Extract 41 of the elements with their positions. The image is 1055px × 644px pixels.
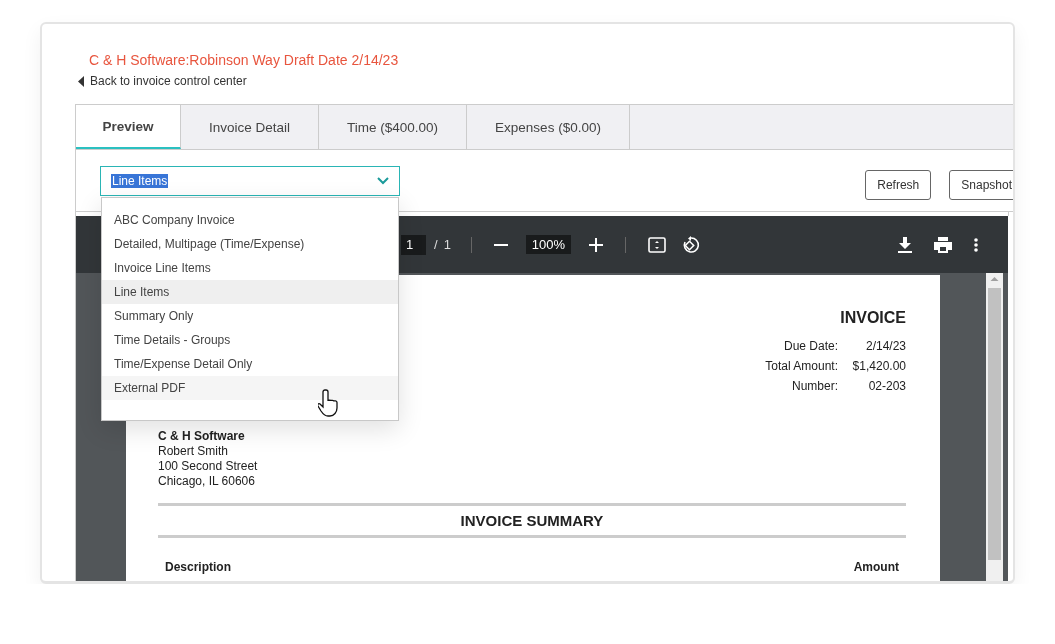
section-title: INVOICE SUMMARY: [459, 511, 605, 531]
field-label: Due Date:: [783, 339, 838, 353]
select-field[interactable]: Line Items: [100, 165, 400, 196]
address-line: Robert Smith: [158, 444, 230, 459]
download-icon[interactable]: [898, 236, 912, 253]
zoom-in-icon[interactable]: [589, 237, 604, 252]
field-value: 02-203: [868, 379, 906, 393]
zoom-field[interactable]: 100%: [525, 235, 572, 254]
print-icon[interactable]: [934, 236, 952, 253]
tab[interactable]: Preview: [76, 105, 181, 149]
dropdown-option[interactable]: Time/Expense Detail Only: [102, 351, 398, 376]
field-label: Total Amount:: [765, 359, 838, 373]
column-header: Amount: [853, 560, 899, 574]
dropdown-option[interactable]: Detailed, Multipage (Time/Expense): [102, 231, 398, 256]
page-number-field[interactable]: 1: [401, 234, 426, 255]
dropdown-option[interactable]: ABC Company Invoice: [102, 207, 398, 232]
document-title: INVOICE: [839, 309, 906, 327]
toolbar-button[interactable]: Refresh: [865, 169, 932, 200]
field-value: $1,420.00: [852, 359, 906, 373]
column-header: Description: [165, 560, 231, 574]
more-options-icon[interactable]: [974, 237, 978, 252]
scrollbar[interactable]: [986, 273, 1003, 581]
fit-page-icon[interactable]: [648, 236, 667, 253]
chevron-down-icon: [377, 176, 389, 185]
rotate-icon[interactable]: [682, 235, 701, 254]
page-separator: /: [434, 237, 438, 252]
field-value: 2/14/23: [865, 339, 906, 353]
dropdown-option[interactable]: Time Details - Groups: [102, 327, 398, 352]
page-title: C & H Software:Robinson Way Draft Date 2/14/23: [89, 52, 399, 68]
company-name: C & H Software: [158, 429, 246, 444]
page-count: 1: [443, 237, 451, 252]
dropdown-option[interactable]: Summary Only: [102, 303, 398, 328]
caret-left-icon: [78, 75, 84, 87]
address-line: Chicago, IL 60606: [158, 474, 256, 489]
dropdown-option[interactable]: Invoice Line Items: [102, 255, 398, 280]
address-line: 100 Second Street: [158, 459, 259, 474]
back-link[interactable]: Back to invoice control center: [78, 74, 1013, 88]
toolbar-button[interactable]: Snapshot: [949, 169, 1013, 200]
dropdown-option[interactable]: Line Items: [102, 279, 398, 304]
field-label: Number:: [792, 379, 838, 393]
zoom-out-icon[interactable]: [493, 243, 508, 246]
